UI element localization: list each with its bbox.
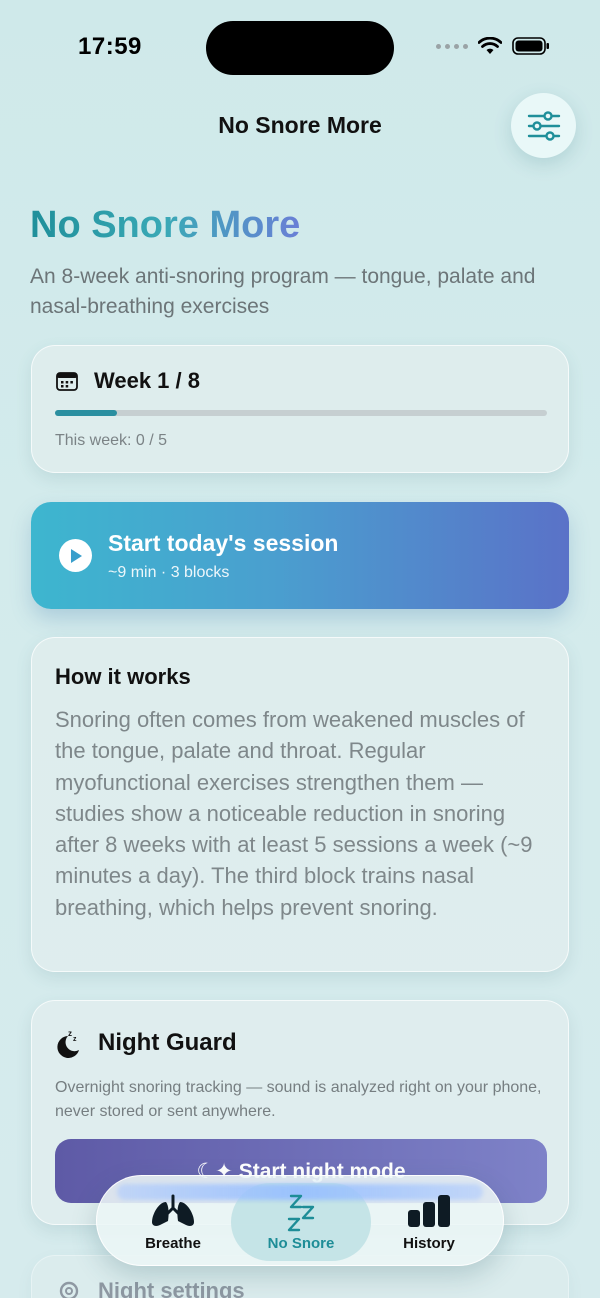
moon-zzz-icon: z z <box>57 1029 79 1058</box>
how-it-works-body: Snoring often comes from weakened muscle… <box>55 707 533 920</box>
svg-text:z: z <box>73 1036 77 1043</box>
how-it-works-title: How it works <box>55 664 191 689</box>
filter-button[interactable] <box>511 93 576 158</box>
week-title: Week 1 / 8 <box>94 368 200 393</box>
night-settings-label: Night settings <box>98 1278 245 1298</box>
session-title: Start today's session <box>108 530 339 556</box>
wifi-icon <box>478 37 502 54</box>
tab-no-snore-label: No Snore <box>267 1235 335 1252</box>
nav-title: No Snore More <box>218 112 382 138</box>
signal-icon <box>436 43 468 49</box>
zzz-icon <box>287 1194 315 1232</box>
battery-icon <box>512 37 549 55</box>
tab-bar: Breathe No Snore History <box>96 1175 504 1266</box>
lungs-icon <box>152 1194 194 1226</box>
tab-breathe[interactable]: Breathe <box>105 1176 241 1267</box>
session-subtitle: ~9 min · 3 blocks <box>108 564 230 581</box>
status-time: 17:59 <box>78 33 142 60</box>
how-it-works-card: How it works Snoring often comes from we… <box>31 637 569 972</box>
tab-breathe-label: Breathe <box>145 1235 201 1252</box>
status-icons <box>436 37 550 55</box>
calendar-icon <box>56 372 78 391</box>
page-title: No Snore More <box>30 204 301 246</box>
gear-icon <box>59 1281 79 1298</box>
week-progress-bar <box>55 410 547 416</box>
dynamic-island <box>206 21 394 75</box>
night-guard-title: Night Guard <box>98 1029 237 1056</box>
week-progress-fill <box>55 410 117 416</box>
tab-history[interactable]: History <box>361 1176 497 1267</box>
sliders-icon <box>527 110 560 141</box>
screen: 17:59 No Snore More No Snore More An 8-w… <box>0 0 600 1298</box>
svg-text:z: z <box>68 1029 72 1038</box>
tab-history-label: History <box>403 1235 455 1252</box>
bar-chart-icon <box>408 1195 450 1227</box>
week-sessions-count: This week: 0 / 5 <box>55 432 168 449</box>
page-subtitle: An 8-week anti-snoring program — tongue,… <box>30 265 536 318</box>
tab-no-snore[interactable]: No Snore <box>233 1176 369 1267</box>
play-icon <box>59 539 92 572</box>
start-session-button[interactable]: Start today's session ~9 min · 3 blocks <box>31 502 569 609</box>
night-guard-description: Overnight snoring tracking — sound is an… <box>55 1079 542 1120</box>
week-progress-card: Week 1 / 8 This week: 0 / 5 <box>31 345 569 473</box>
